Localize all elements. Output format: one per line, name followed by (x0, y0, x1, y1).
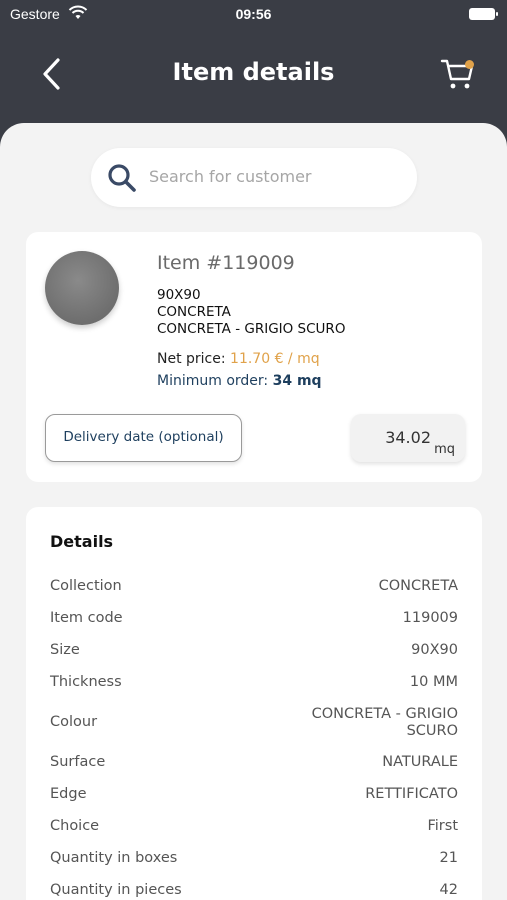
quantity-unit: mq (434, 442, 455, 457)
detail-value: 10 MM (409, 674, 458, 690)
page-title: Item details (172, 58, 335, 86)
detail-label: Quantity in pieces (50, 882, 182, 898)
search-input[interactable]: Search for customer (149, 167, 311, 186)
detail-value: 90X90 (411, 642, 458, 658)
detail-value: First (427, 818, 458, 834)
content-sheet: Search for customer Item #119009 90X90 C… (0, 123, 507, 900)
detail-label: Edge (50, 786, 87, 802)
search-bar[interactable]: Search for customer (91, 148, 417, 207)
details-heading: Details (50, 532, 114, 551)
battery-icon (469, 8, 498, 20)
detail-label: Thickness (50, 674, 122, 690)
navigation-bar: Item details (0, 30, 507, 120)
detail-value: 42 (439, 882, 458, 898)
quantity-field[interactable]: 34.02 mq (351, 414, 465, 462)
detail-value: 21 (439, 850, 458, 866)
item-collection: CONCRETA (157, 304, 231, 320)
detail-value: CONCRETA - GRIGIO SCURO (311, 706, 458, 739)
detail-label: Collection (50, 578, 122, 594)
net-price: Net price: 11.70 € / mq (157, 351, 320, 367)
detail-value: 119009 (402, 610, 458, 626)
detail-label: Colour (50, 714, 98, 730)
item-size: 90X90 (157, 287, 201, 303)
minimum-order-value: 34 mq (272, 373, 322, 389)
item-card: Item #119009 90X90 CONCRETA CONCRETA - G… (26, 232, 482, 482)
status-bar: Gestore 09:56 (0, 0, 507, 30)
net-price-value: 11.70 € / mq (230, 351, 320, 367)
details-card: Details Collection CONCRETA Item code 11… (26, 507, 482, 900)
delivery-date-button[interactable]: Delivery date (optional) (45, 414, 242, 462)
net-price-label: Net price: (157, 351, 231, 367)
detail-value: CONCRETA (378, 578, 458, 594)
detail-label: Surface (50, 754, 106, 770)
detail-label: Quantity in boxes (50, 850, 178, 866)
detail-label: Choice (50, 818, 100, 834)
minimum-order: Minimum order: 34 mq (157, 373, 322, 389)
detail-value: RETTIFICATO (365, 786, 458, 802)
clock: 09:56 (235, 6, 272, 22)
cart-badge (465, 60, 474, 69)
minimum-order-label: Minimum order: (157, 373, 273, 389)
item-thumbnail (45, 251, 119, 325)
quantity-value: 34.02 (385, 428, 431, 447)
detail-label: Size (50, 642, 80, 658)
detail-label: Item code (50, 610, 123, 626)
detail-value: NATURALE (382, 754, 458, 770)
search-icon (105, 161, 139, 195)
item-number: Item #119009 (157, 252, 295, 274)
item-name: CONCRETA - GRIGIO SCURO (157, 321, 346, 337)
